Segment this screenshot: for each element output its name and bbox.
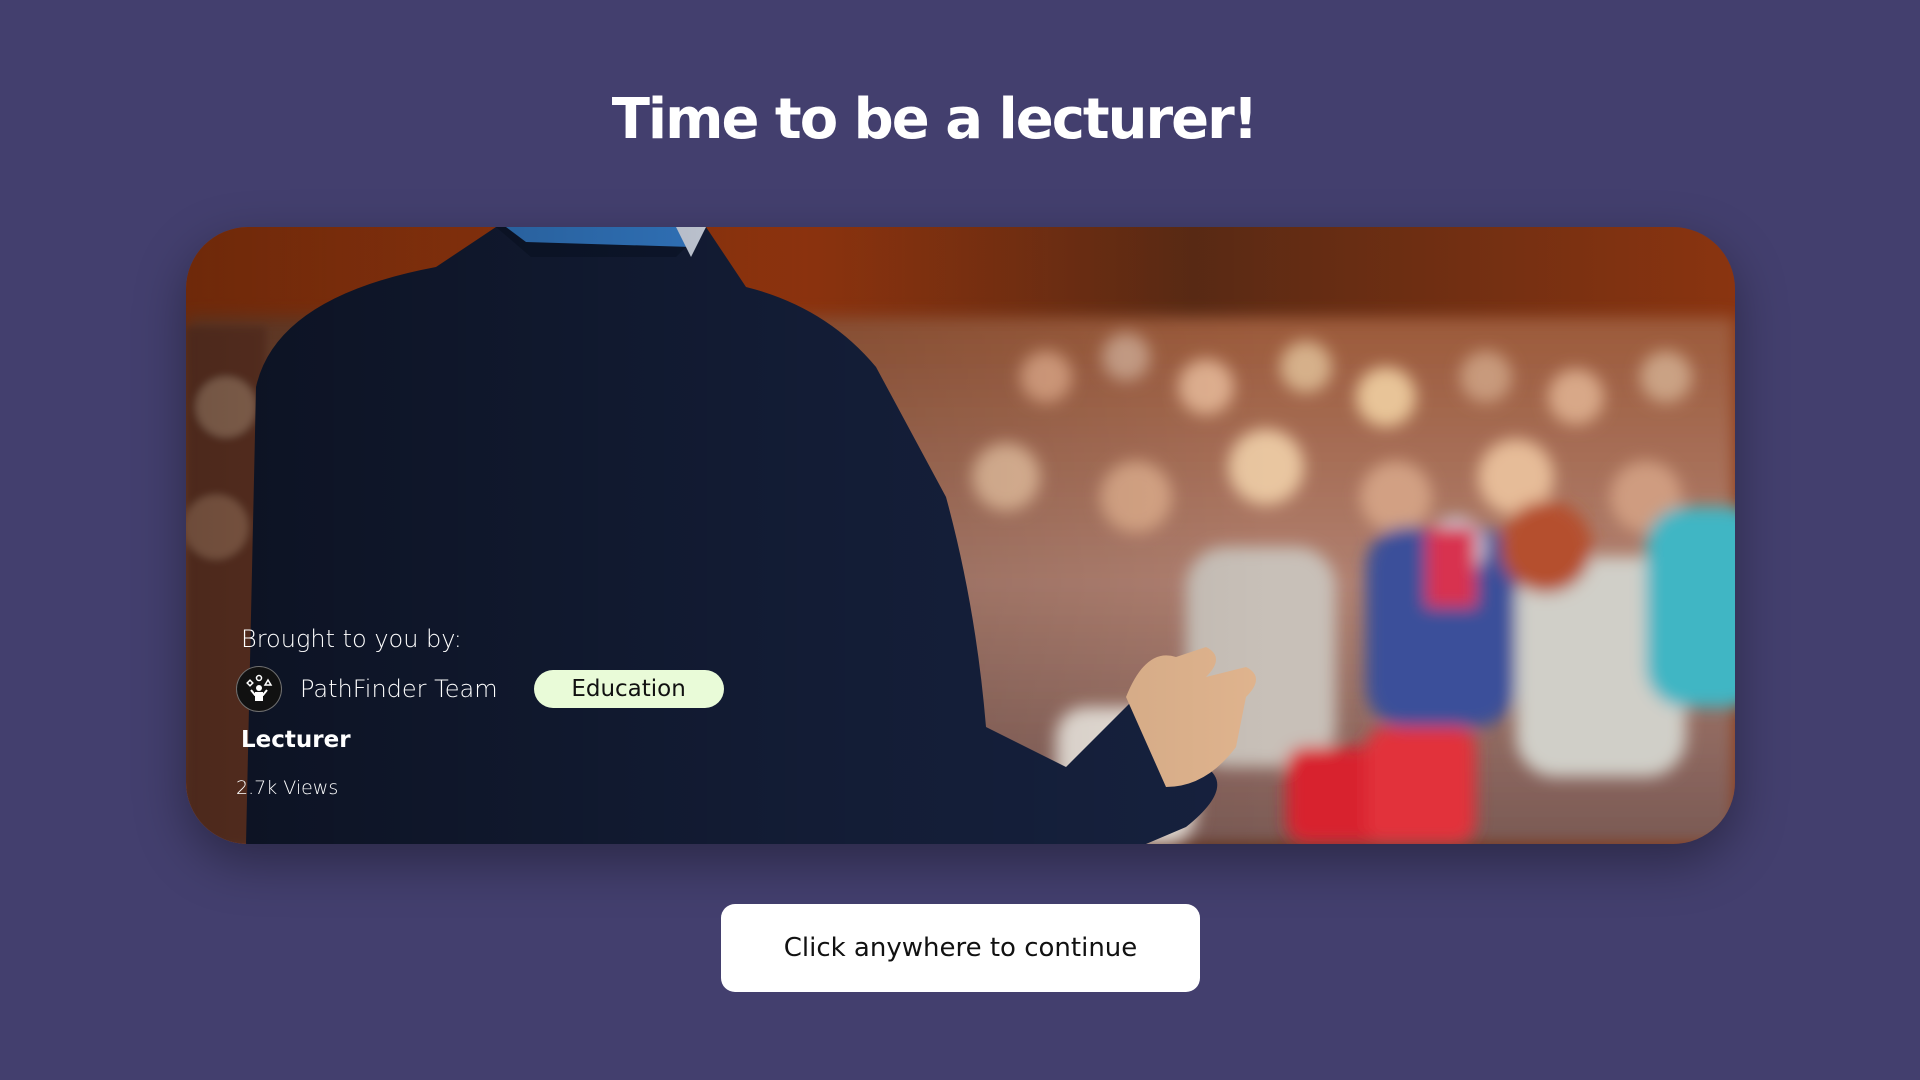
career-title: Lecturer (241, 727, 351, 753)
juggler-icon (236, 666, 282, 712)
brought-to-you-label: Brought to you by: (241, 625, 462, 653)
category-badge: Education (533, 670, 724, 708)
card-overlay (186, 227, 1735, 844)
page-headline: Time to be a lecturer! (611, 87, 1259, 152)
continue-button[interactable]: Click anywhere to continue (721, 904, 1200, 992)
career-card[interactable]: Brought to you by: PathFinder Team Educa… (186, 227, 1735, 844)
author-row: PathFinder Team Education (236, 666, 724, 712)
page-background[interactable]: Time to be a lecturer! Brought to you by… (0, 0, 1920, 1080)
view-count: 2.7k Views (236, 777, 339, 799)
author-name: PathFinder Team (300, 675, 498, 703)
